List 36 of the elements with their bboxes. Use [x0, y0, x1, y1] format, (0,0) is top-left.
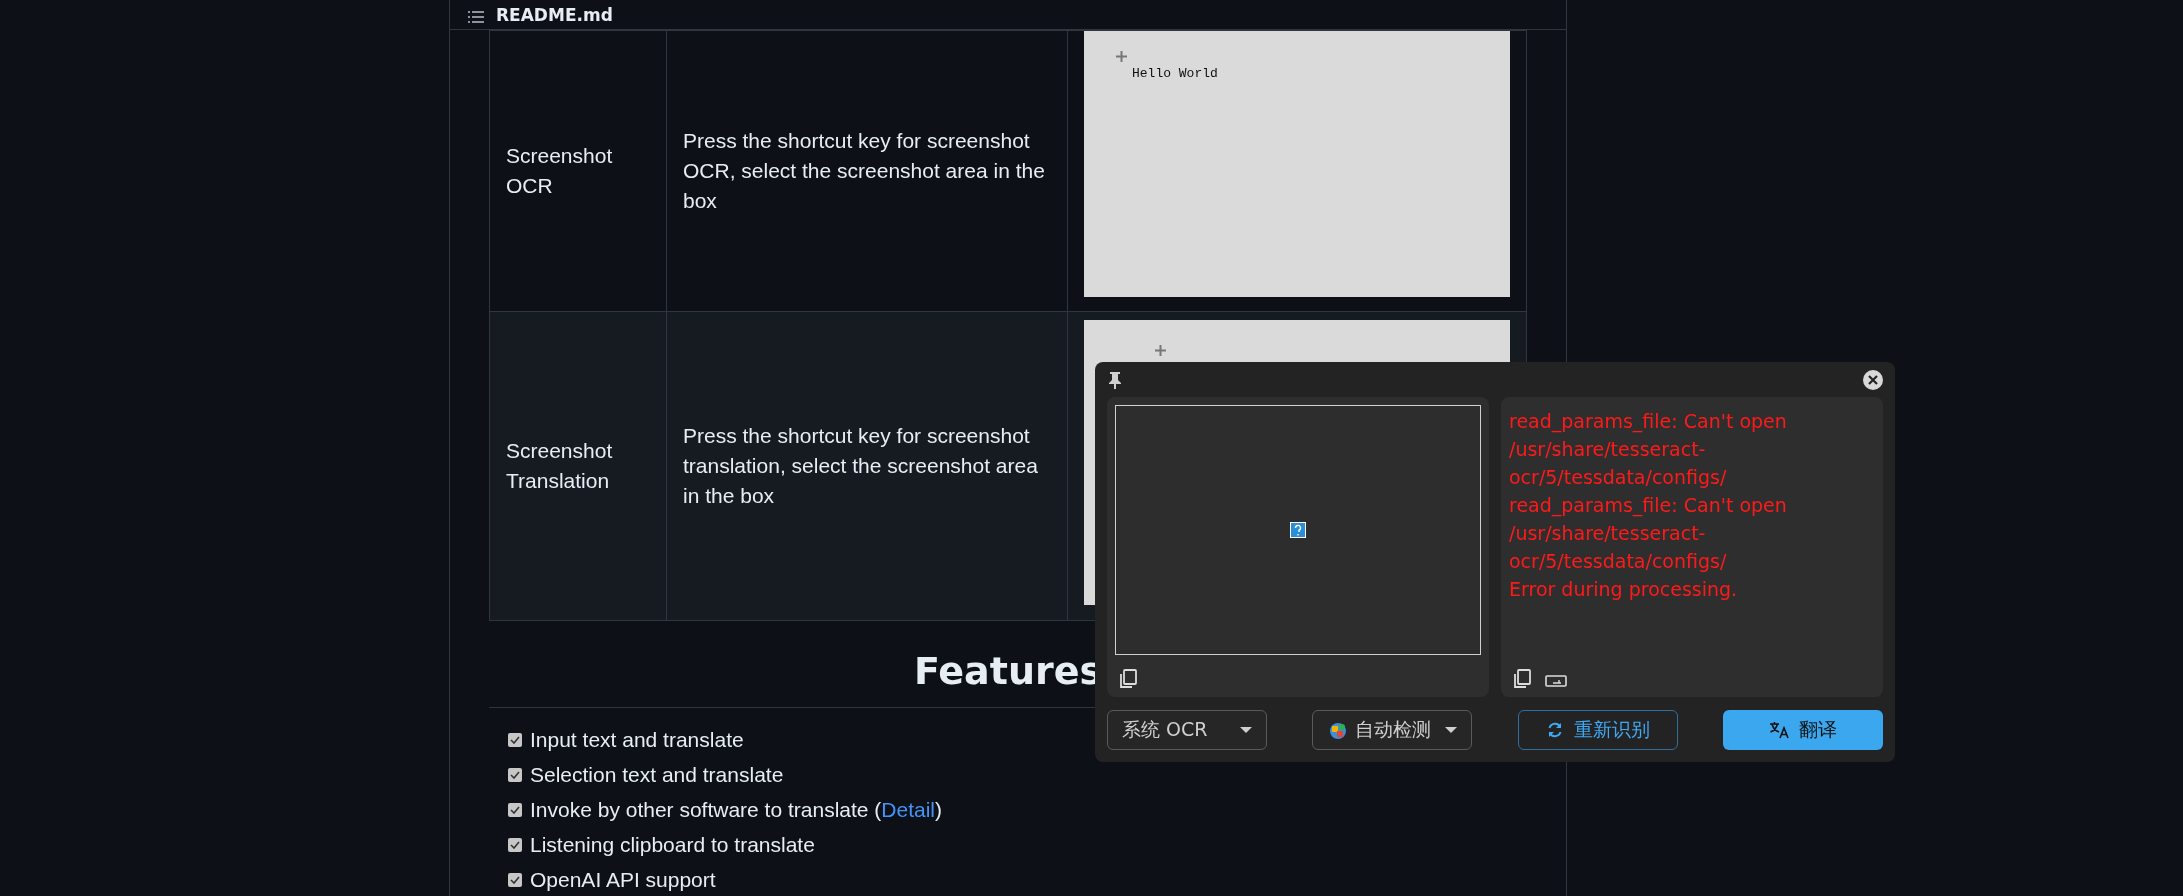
- result-text: Error during processing.: [1509, 577, 1739, 602]
- copy-icon[interactable]: [1119, 669, 1137, 689]
- dropdown[interactable]: 系统 OCR: [1107, 710, 1267, 750]
- copy-icon[interactable]: [1513, 669, 1531, 689]
- preview-text: Hello World: [1132, 65, 1218, 83]
- outline-icon[interactable]: [468, 11, 484, 23]
- translate-button[interactable]: 翻译: [1723, 710, 1883, 750]
- checkbox[interactable]: [508, 802, 522, 817]
- pin-icon[interactable]: [1107, 370, 1123, 389]
- detail-link[interactable]: Detail: [881, 797, 936, 821]
- table-cell: Screenshot Translation: [489, 311, 667, 621]
- file-title: README.md: [496, 7, 613, 24]
- feature-text: Invoke by other software to translate (Detail): [530, 797, 943, 822]
- checkbox[interactable]: [508, 767, 522, 782]
- close-icon[interactable]: [1863, 369, 1883, 390]
- result-text: read_params_file: Can't open /usr/share/tesseract-ocr/5/tessdata/configs/: [1509, 493, 1788, 574]
- feature-text: Listening clipboard to translate: [530, 832, 815, 857]
- checkbox[interactable]: [508, 732, 522, 747]
- globe-icon: [1330, 723, 1347, 739]
- crosshair-icon: [1155, 345, 1166, 356]
- caret-icon: [1445, 726, 1458, 734]
- retry-button[interactable]: 重新识别: [1517, 710, 1678, 750]
- checkbox[interactable]: [508, 872, 522, 887]
- checkbox[interactable]: [508, 837, 522, 852]
- table-cell: Press the shortcut key for screenshot OCR, select the screenshot area in the box: [666, 30, 1068, 312]
- broken-image-icon: [1290, 521, 1306, 538]
- translate-icon: [1769, 721, 1789, 739]
- caret-icon: [1240, 726, 1252, 734]
- crosshair-icon: [1116, 51, 1127, 62]
- feature-text: Selection text and translate: [530, 762, 784, 787]
- feature-text: Input text and translate: [530, 727, 744, 752]
- enter-key-icon[interactable]: [1545, 675, 1567, 689]
- table-cell: Screenshot OCR: [489, 30, 667, 312]
- table-cell: Press the shortcut key for screenshot translation, select the screenshot area in the box: [666, 311, 1068, 621]
- feature-text: OpenAI API support: [530, 867, 716, 892]
- dropdown[interactable]: 自动检测: [1312, 710, 1473, 750]
